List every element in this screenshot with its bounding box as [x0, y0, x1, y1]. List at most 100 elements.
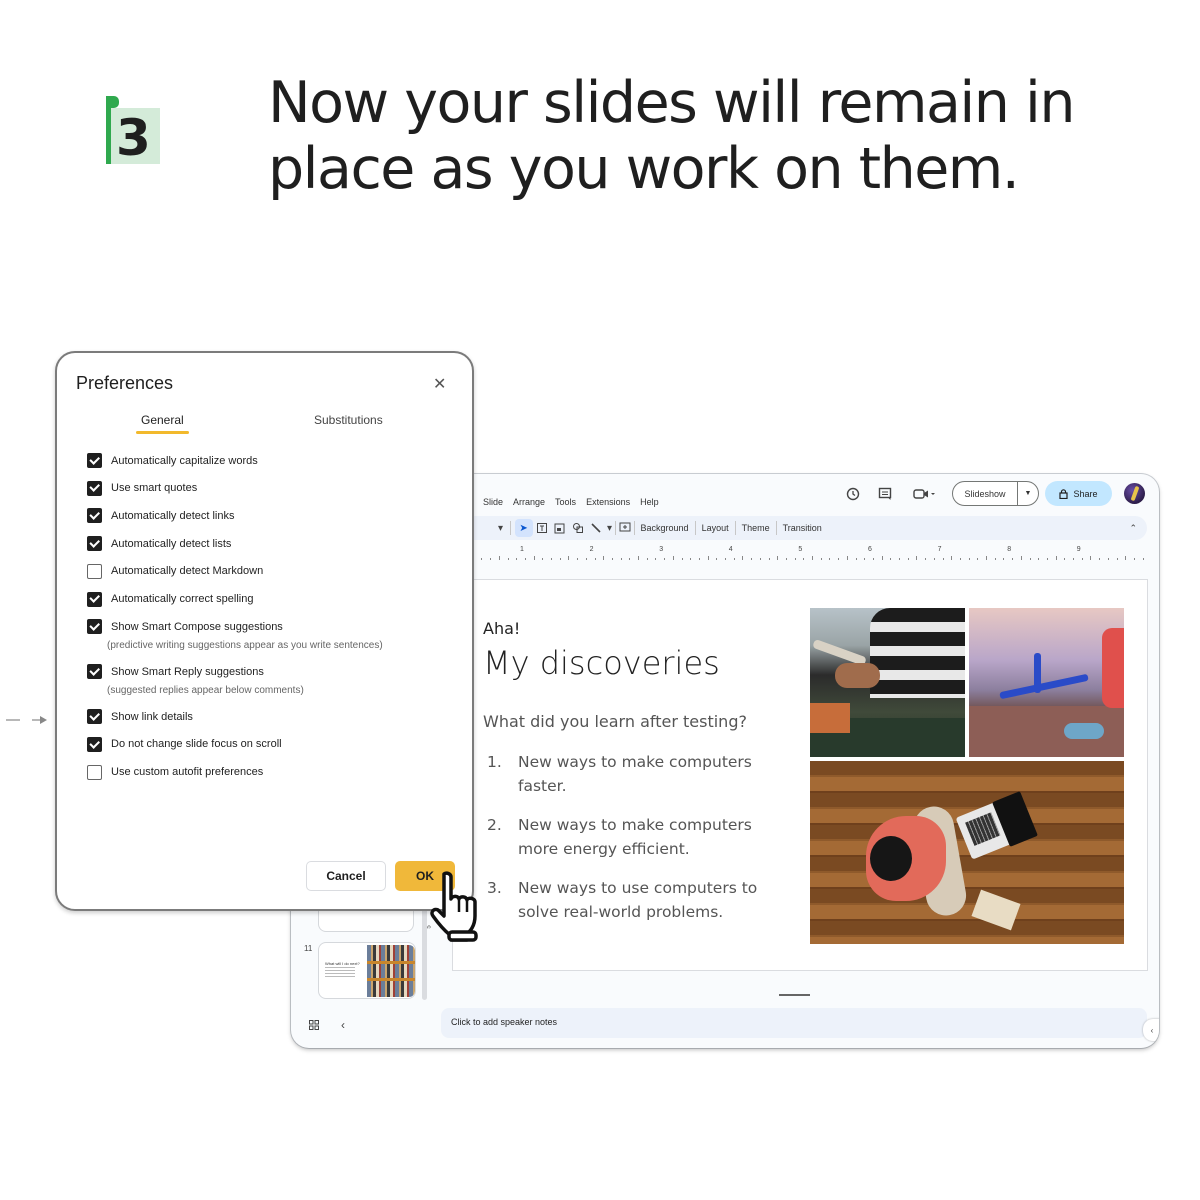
- checkbox-checked[interactable]: [87, 591, 102, 607]
- option-row[interactable]: Automatically capitalize words: [87, 453, 258, 468]
- option-label: Show Smart Compose suggestions: [111, 620, 283, 633]
- list-text: New ways to make computers faster.: [518, 753, 752, 795]
- grid-view-icon[interactable]: [309, 1020, 319, 1033]
- option-row[interactable]: Show Smart Reply suggestions: [87, 664, 264, 680]
- ruler-tick: [524, 558, 526, 560]
- ruler-tick: [481, 558, 483, 560]
- notes-resize-handle[interactable]: [779, 994, 810, 996]
- chevron-up-icon[interactable]: ⌃: [1129, 523, 1137, 534]
- chevron-down-icon[interactable]: ▾: [605, 519, 615, 537]
- list-number: 2.: [487, 816, 502, 834]
- option-row[interactable]: Automatically detect Markdown: [87, 563, 264, 579]
- option-row[interactable]: Do not change slide focus on scroll: [87, 736, 282, 752]
- checkbox-checked[interactable]: [87, 619, 102, 635]
- ruler-tick: [698, 558, 700, 560]
- layout-button[interactable]: Layout: [696, 523, 735, 533]
- history-icon[interactable]: [843, 484, 863, 504]
- ruler-tick: [533, 556, 535, 560]
- option-row[interactable]: Automatically correct spelling: [87, 591, 253, 607]
- workbench-photo[interactable]: [969, 608, 1124, 757]
- transition-button[interactable]: Transition: [777, 523, 828, 533]
- ruler-tick: [994, 558, 996, 560]
- select-cursor-icon[interactable]: ➤: [514, 519, 533, 537]
- slideshow-label: Slideshow: [964, 488, 1006, 499]
- ruler-tick: [664, 558, 666, 560]
- speaker-notes-field[interactable]: Click to add speaker notes: [441, 1008, 1147, 1038]
- ruler-tick: [646, 558, 648, 560]
- ruler-tick: [881, 556, 883, 560]
- menu-help[interactable]: Help: [640, 497, 659, 507]
- ruler-tick: [768, 558, 770, 560]
- avatar[interactable]: [1124, 483, 1145, 504]
- hand-pointer-icon: [430, 871, 478, 942]
- laptop-floor-photo[interactable]: [810, 761, 1124, 944]
- chevron-down-icon[interactable]: ▼: [1017, 482, 1038, 505]
- option-row[interactable]: Automatically detect lists: [87, 536, 231, 552]
- comment-icon[interactable]: [875, 484, 895, 504]
- checkbox-checked[interactable]: [87, 453, 102, 468]
- ruler-tick: [707, 556, 709, 560]
- thumbnail-text: [325, 967, 355, 977]
- checkbox-checked[interactable]: [87, 736, 102, 752]
- ruler-tick: [559, 558, 561, 560]
- menu-extensions[interactable]: Extensions: [586, 497, 630, 507]
- list-item: 2. New ways to make computers more energ…: [487, 813, 777, 861]
- shape-icon[interactable]: [569, 519, 587, 537]
- ruler-tick: [1073, 558, 1074, 560]
- video-call-icon[interactable]: [911, 484, 939, 504]
- slide-kicker: Aha!: [483, 619, 521, 638]
- slideshow-button[interactable]: Slideshow ▼: [952, 481, 1039, 506]
- list-item: 3. New ways to use computers to solve re…: [487, 876, 777, 924]
- text-box-icon[interactable]: [533, 519, 551, 537]
- slide-thumbnail-11[interactable]: What will I do next?: [318, 942, 416, 999]
- option-row[interactable]: Automatically detect links: [87, 508, 235, 524]
- list-number: 1.: [487, 753, 502, 771]
- ruler-tick: [1107, 558, 1109, 560]
- checkbox-checked[interactable]: [87, 709, 102, 725]
- checkbox-unchecked[interactable]: [87, 764, 102, 780]
- line-icon[interactable]: [587, 519, 605, 537]
- share-button[interactable]: Share: [1045, 481, 1112, 506]
- ruler-tick: [1116, 558, 1118, 560]
- soldering-photo[interactable]: [810, 608, 965, 757]
- slide-question: What did you learn after testing?: [483, 712, 747, 731]
- theme-button[interactable]: Theme: [736, 523, 776, 533]
- ruler-tick: [681, 558, 683, 560]
- ruler-tick: [542, 558, 544, 560]
- option-row[interactable]: Use custom autofit preferences: [87, 764, 263, 780]
- option-row[interactable]: Show link details: [87, 709, 193, 725]
- checkbox-unchecked[interactable]: [87, 563, 102, 579]
- tab-substitutions[interactable]: Substitutions: [314, 413, 383, 427]
- step-number: 3: [116, 109, 151, 167]
- option-label: Use smart quotes: [111, 482, 198, 495]
- menu-arrange[interactable]: Arrange: [513, 497, 545, 507]
- ruler-tick: [742, 556, 744, 560]
- checkbox-checked[interactable]: [87, 664, 102, 680]
- tab-general[interactable]: General: [136, 413, 189, 434]
- chevron-left-icon[interactable]: ‹: [1143, 1019, 1159, 1041]
- checkbox-checked[interactable]: [87, 508, 102, 524]
- option-row[interactable]: Show Smart Compose suggestions: [87, 619, 283, 635]
- ruler-tick: [490, 558, 492, 560]
- option-hint: (suggested replies appear below comments…: [107, 685, 304, 697]
- horizontal-ruler: 1 2 3 4 5 6 7 8 9: [474, 546, 1149, 560]
- checkbox-checked[interactable]: [87, 480, 102, 496]
- ruler-tick: [1081, 558, 1083, 560]
- menu-tools[interactable]: Tools: [555, 497, 576, 507]
- option-row[interactable]: Use smart quotes: [87, 480, 198, 496]
- chevron-left-icon[interactable]: ‹: [341, 1018, 345, 1032]
- ruler-number: 1: [520, 546, 524, 553]
- background-button[interactable]: Background: [635, 523, 695, 533]
- image-icon[interactable]: [551, 519, 569, 537]
- ruler-tick: [812, 556, 813, 560]
- add-comment-icon[interactable]: [616, 519, 634, 537]
- checkbox-checked[interactable]: [87, 536, 102, 552]
- ruler-tick: [1020, 556, 1022, 560]
- menu-slide[interactable]: Slide: [483, 497, 503, 507]
- close-icon[interactable]: ✕: [433, 374, 446, 394]
- option-label: Show link details: [111, 710, 193, 723]
- ruler-tick: [568, 556, 570, 560]
- chevron-down-icon[interactable]: ▾: [492, 519, 510, 537]
- cancel-button[interactable]: Cancel: [306, 861, 386, 891]
- option-label: Automatically detect Markdown: [111, 565, 264, 578]
